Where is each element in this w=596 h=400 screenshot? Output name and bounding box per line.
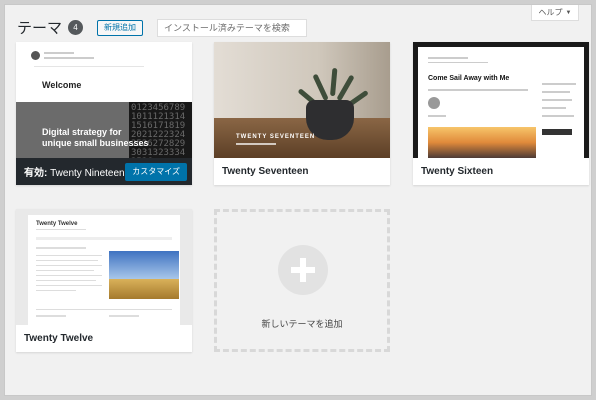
tagline-line-1: Digital strategy for	[42, 127, 122, 137]
screenshot-tagline: Digital strategy for unique small busine…	[42, 127, 149, 149]
screenshot-wall	[214, 42, 390, 118]
theme-name-bar: Twenty Seventeen	[214, 158, 390, 185]
screenshot-sunset	[428, 127, 536, 158]
theme-name: Twenty Twelve	[24, 333, 94, 344]
theme-card-twenty-nineteen[interactable]: Welcome 01234567891011121314151617181920…	[16, 42, 192, 185]
decor-line	[36, 270, 94, 271]
theme-name-bar: Twenty Sixteen	[413, 158, 589, 185]
decor-line	[428, 115, 446, 117]
theme-count-badge: 4	[68, 20, 84, 35]
decor-line	[236, 143, 276, 145]
decor-line	[36, 290, 76, 291]
theme-name: Twenty Sixteen	[421, 166, 494, 177]
active-label: 有効:	[24, 168, 48, 179]
screenshot-post-title: Come Sail Away with Me	[428, 75, 510, 82]
decor-line	[34, 66, 144, 67]
decor-line	[44, 57, 94, 59]
screenshot-page: Come Sail Away with Me	[418, 47, 584, 158]
decor-line	[109, 315, 139, 317]
screenshot-header: Welcome	[16, 42, 192, 102]
decor-line	[542, 129, 572, 135]
screenshot-sky	[109, 251, 179, 279]
theme-screenshot: TWENTY SEVENTEEN	[214, 42, 390, 158]
plus-icon	[278, 245, 328, 295]
decor-line	[542, 107, 566, 109]
theme-card-twenty-seventeen[interactable]: TWENTY SEVENTEEN Twenty Seventeen	[214, 42, 390, 185]
decor-line	[36, 237, 172, 240]
themes-page: ヘルプ ▼ テーマ 4 新規追加 Welcome 012345678910111…	[4, 4, 592, 396]
theme-name: Twenty Seventeen	[222, 166, 309, 177]
theme-name-bar: 有効: Twenty Nineteen カスタマイズ	[16, 158, 192, 185]
add-new-theme-label: 新しいテーマを追加	[261, 319, 343, 329]
decor-line	[542, 91, 570, 93]
decor-line	[36, 229, 86, 230]
decor-line	[36, 315, 66, 317]
decor-line	[44, 52, 74, 54]
help-tab[interactable]: ヘルプ ▼	[531, 5, 579, 21]
page-title: テーマ	[17, 20, 63, 37]
decor-line	[36, 247, 86, 249]
screenshot-site-title: Twenty Twelve	[36, 221, 78, 227]
avatar	[428, 97, 440, 109]
screenshot-hero: 0123456789101112131415161718192021222324…	[16, 102, 192, 158]
tagline-line-2: unique small businesses	[42, 138, 149, 148]
screenshot-page: Twenty Twelve	[28, 215, 180, 325]
decor-line	[36, 285, 102, 286]
theme-name-bar: Twenty Twelve	[16, 325, 192, 352]
decor-line	[542, 115, 574, 117]
theme-screenshot: Welcome 01234567891011121314151617181920…	[16, 42, 192, 158]
site-logo-icon	[31, 51, 40, 60]
decor-line	[36, 280, 96, 281]
decor-line	[428, 89, 528, 91]
theme-card-twenty-sixteen[interactable]: Come Sail Away with Me Twenty Sixteen	[413, 42, 589, 185]
theme-screenshot: Come Sail Away with Me	[413, 42, 589, 158]
decor-line	[36, 265, 102, 266]
decor-line	[542, 83, 576, 85]
theme-screenshot: Twenty Twelve	[16, 209, 192, 325]
caret-down-icon: ▼	[565, 9, 572, 16]
customize-button[interactable]: カスタマイズ	[125, 162, 187, 181]
decor-line	[428, 57, 468, 59]
screenshot-field	[109, 279, 179, 299]
screenshot-welcome: Welcome	[42, 80, 82, 90]
decor-line	[36, 309, 172, 310]
screenshot-overlay-title: TWENTY SEVENTEEN	[236, 134, 316, 140]
page-header: テーマ 4 新規追加	[17, 17, 308, 38]
add-new-button[interactable]: 新規追加	[97, 19, 144, 36]
decor-line	[36, 275, 102, 276]
help-tab-label: ヘルプ	[538, 8, 563, 17]
theme-name-text: Twenty Nineteen	[50, 168, 125, 179]
search-input[interactable]	[157, 18, 308, 37]
decor-line	[36, 255, 102, 256]
add-new-theme-card[interactable]: 新しいテーマを追加	[214, 209, 390, 352]
theme-name: 有効: Twenty Nineteen	[24, 164, 125, 179]
theme-card-twenty-twelve[interactable]: Twenty Twelve Twenty Twelve	[16, 209, 192, 352]
decor-line	[36, 260, 98, 261]
plus-icon-bar	[300, 258, 306, 282]
decor-line	[542, 99, 572, 101]
decor-line	[428, 62, 488, 63]
